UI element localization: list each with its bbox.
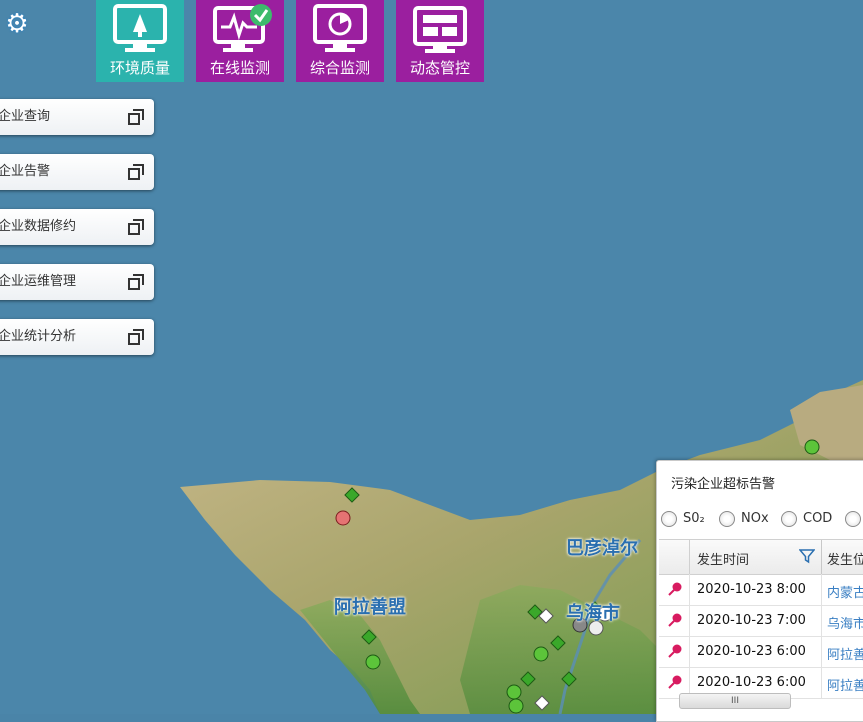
side-menu-enterprise-alarm[interactable]: 企业告警 — [0, 154, 154, 190]
cell-time: 2020-10-23 6:00 — [697, 675, 806, 690]
column-header-time[interactable]: 发生时间 — [697, 549, 749, 568]
alarm-panel-title: 污染企业超标告警 — [671, 477, 776, 492]
radio-label: NOx — [741, 511, 769, 526]
cell-location-link[interactable]: 阿拉善 — [827, 644, 863, 663]
map-label-alxa: 阿拉善盟 — [334, 597, 406, 618]
popout-window-icon — [128, 219, 144, 235]
radio-circle[interactable] — [781, 511, 797, 527]
popout-window-icon — [128, 164, 144, 180]
monitor-grid-icon — [413, 6, 467, 53]
cell-location-link[interactable]: 乌海市 — [827, 613, 863, 632]
nav-dynamic-control-label: 动态管控 — [409, 59, 470, 77]
side-menu-label: 企业数据修约 — [0, 219, 77, 234]
nav-comprehensive-monitoring-label: 综合监测 — [309, 59, 370, 77]
pushpin-icon[interactable] — [667, 581, 683, 597]
popout-window-icon — [128, 329, 144, 345]
map-label-bayannur: 巴彦淖尔 — [566, 538, 638, 559]
pollutant-radio-group: S0₂ NOx COD — [661, 509, 863, 529]
nav-online-monitoring[interactable]: 在线监测 — [196, 0, 284, 82]
cell-time: 2020-10-23 7:00 — [697, 613, 806, 628]
cell-divider — [821, 574, 822, 605]
cell-divider — [689, 574, 690, 605]
radio-circle[interactable] — [661, 511, 677, 527]
side-menu-label: 企业告警 — [0, 164, 51, 179]
radio-label: COD — [803, 511, 833, 526]
site-marker[interactable] — [508, 698, 524, 714]
radio-circle[interactable] — [845, 511, 861, 527]
cell-divider — [689, 605, 690, 636]
header-select-cell — [659, 540, 690, 574]
site-marker[interactable] — [335, 510, 351, 526]
nav-env-quality-label: 环境质量 — [109, 59, 170, 77]
table-header: 发生时间 发生位 — [659, 539, 863, 575]
map-label-wuhai: 乌海市 — [566, 603, 620, 624]
nav-env-quality[interactable]: 环境质量 — [96, 0, 184, 82]
table-row[interactable]: 2020-10-23 7:00 乌海市 — [659, 605, 863, 637]
nav-online-monitoring-label: 在线监测 — [209, 59, 270, 77]
nav-dynamic-control[interactable]: 动态管控 — [396, 0, 484, 82]
nav-comprehensive-monitoring[interactable]: 综合监测 — [296, 0, 384, 82]
side-menu-label: 企业统计分析 — [0, 329, 77, 344]
radio-label: S0₂ — [683, 511, 705, 526]
radio-circle[interactable] — [719, 511, 735, 527]
site-marker[interactable] — [804, 439, 820, 455]
pushpin-icon[interactable] — [667, 612, 683, 628]
pushpin-icon[interactable] — [667, 674, 683, 690]
table-row[interactable]: 2020-10-23 8:00 内蒙古 — [659, 574, 863, 606]
monitor-tree-icon — [113, 4, 167, 52]
alarm-panel: 污染企业超标告警 S0₂ NOx COD 发生时间 发生位 2020-10-23… — [656, 460, 863, 722]
cell-location-link[interactable]: 内蒙古 — [827, 582, 863, 601]
site-marker[interactable] — [506, 684, 522, 700]
side-menu-label: 企业查询 — [0, 109, 51, 124]
side-menu-label: 企业运维管理 — [0, 274, 77, 289]
popout-window-icon — [128, 109, 144, 125]
side-menu-enterprise-statistics[interactable]: 企业统计分析 — [0, 319, 154, 355]
cell-time: 2020-10-23 8:00 — [697, 582, 806, 597]
table-row[interactable]: 2020-10-23 6:00 阿拉善 — [659, 636, 863, 668]
cell-divider — [821, 636, 822, 667]
side-menu-enterprise-query[interactable]: 企业查询 — [0, 99, 154, 135]
cell-time: 2020-10-23 6:00 — [697, 644, 806, 659]
cell-divider — [821, 667, 822, 698]
filter-icon[interactable] — [799, 548, 815, 564]
gear-icon[interactable]: ⚙ — [2, 9, 32, 39]
cell-location-link[interactable]: 阿拉善 — [827, 675, 863, 694]
side-menu-enterprise-data-revision[interactable]: 企业数据修约 — [0, 209, 154, 245]
column-divider[interactable] — [821, 540, 822, 574]
monitor-pie-icon — [313, 4, 367, 52]
monitor-pulse-check-icon — [213, 4, 272, 52]
site-marker[interactable] — [533, 646, 549, 662]
cell-divider — [821, 605, 822, 636]
horizontal-scrollbar[interactable]: III — [679, 693, 791, 709]
cell-divider — [689, 636, 690, 667]
popout-window-icon — [128, 274, 144, 290]
side-menu-enterprise-ops-management[interactable]: 企业运维管理 — [0, 264, 154, 300]
pushpin-icon[interactable] — [667, 643, 683, 659]
site-marker[interactable] — [365, 654, 381, 670]
column-header-location[interactable]: 发生位 — [827, 549, 863, 568]
